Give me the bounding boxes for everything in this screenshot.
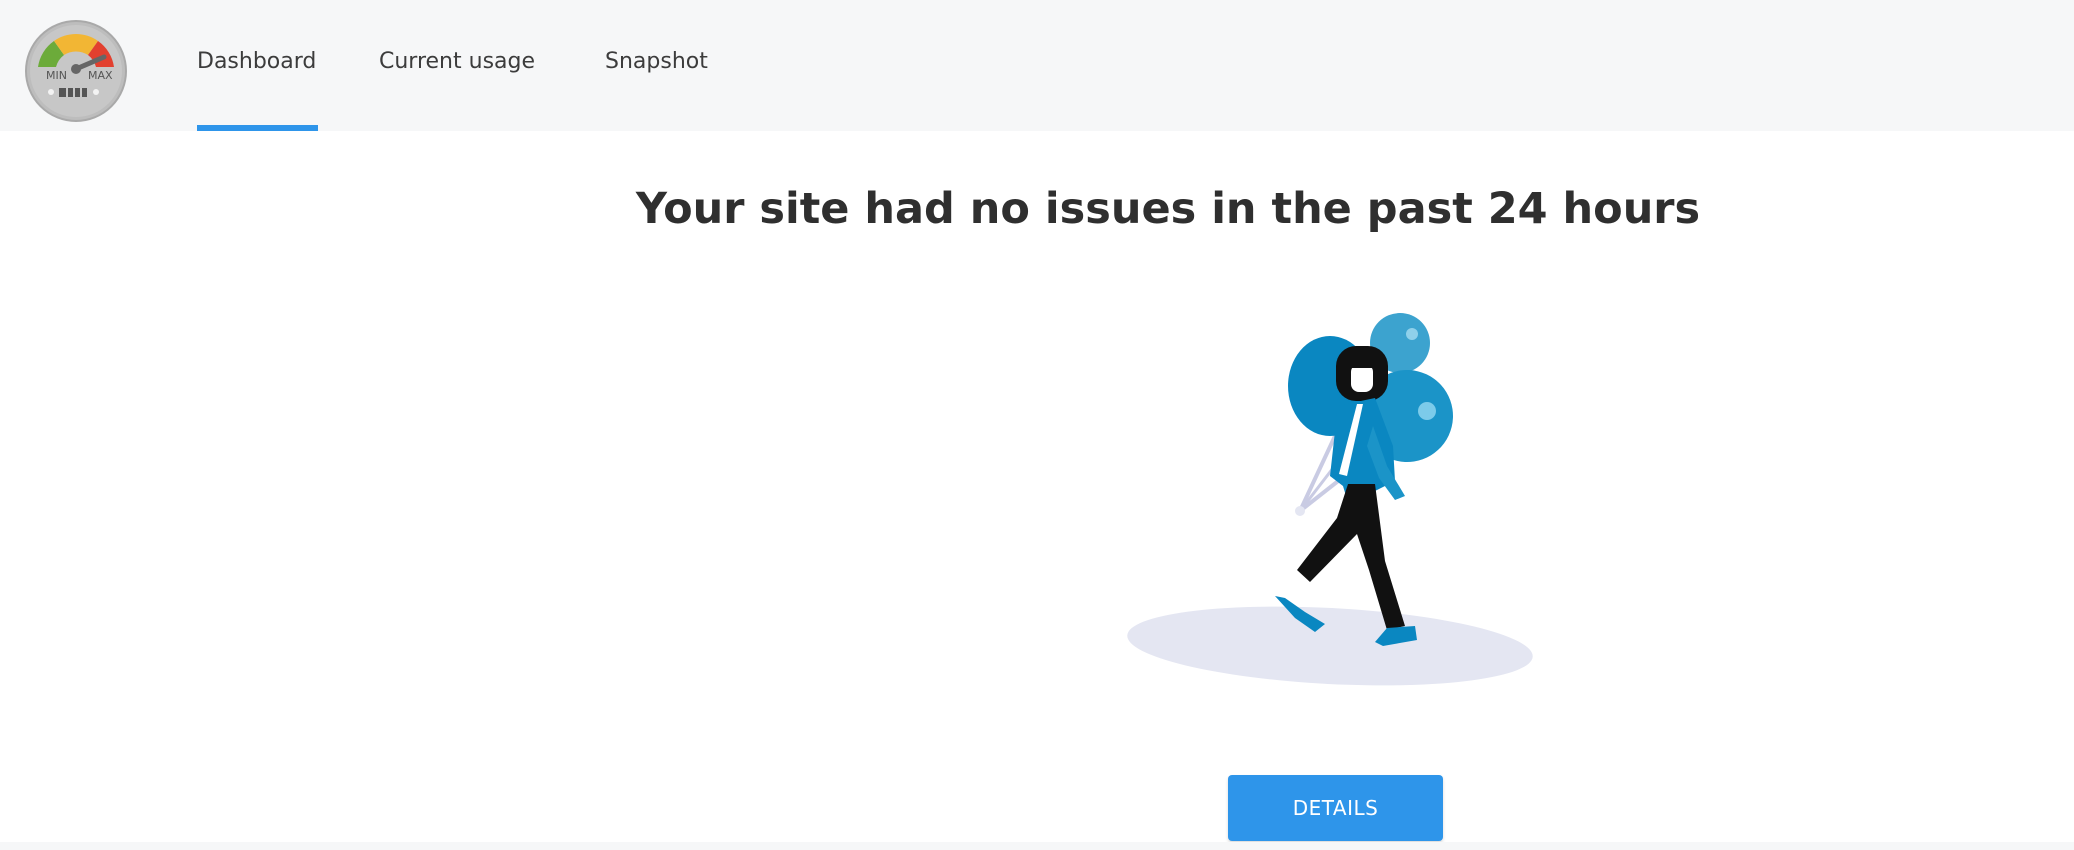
speedometer-gauge-icon[interactable]: MIN MAX bbox=[24, 19, 128, 123]
status-headline: Your site had no issues in the past 24 h… bbox=[635, 184, 1701, 234]
tab-snapshot[interactable]: Snapshot bbox=[605, 0, 709, 131]
top-navigation-bar: MIN MAX Dashboard Current usage Snapshot bbox=[0, 0, 2074, 131]
tab-current-usage[interactable]: Current usage bbox=[379, 0, 535, 131]
bottom-divider bbox=[0, 842, 2074, 850]
logo-max-label: MAX bbox=[88, 69, 113, 82]
logo-min-label: MIN bbox=[46, 69, 67, 82]
details-button[interactable]: DETAILS bbox=[1228, 775, 1443, 841]
woman-with-balloons-illustration bbox=[1127, 313, 1533, 686]
tab-dashboard[interactable]: Dashboard bbox=[197, 0, 318, 131]
